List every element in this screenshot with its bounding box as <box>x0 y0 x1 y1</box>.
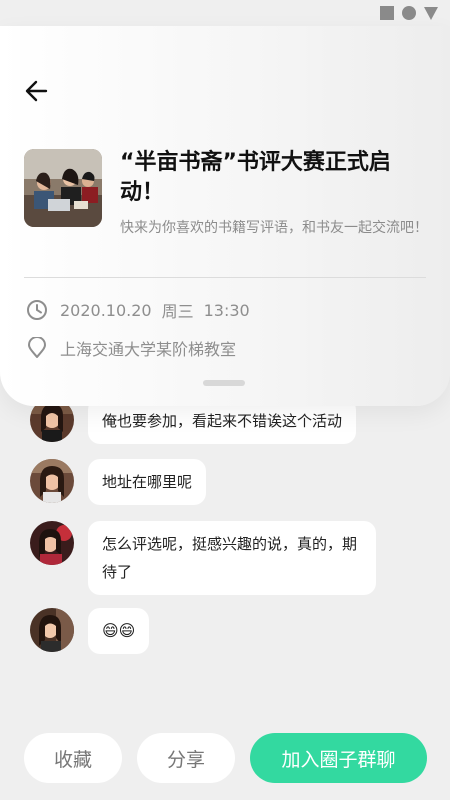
message-bubble: 怎么评选呢，挺感兴趣的说，真的，期待了 <box>88 521 376 595</box>
chat-message: 地址在哪里呢 <box>30 459 207 505</box>
message-bubble: 😄😄 <box>88 608 150 654</box>
divider <box>24 277 426 278</box>
event-time: 13:30 <box>203 300 250 320</box>
favorite-button[interactable]: 收藏 <box>24 733 122 783</box>
drag-handle[interactable] <box>203 380 245 386</box>
emoji-text: 😄😄 <box>102 621 136 640</box>
chat-message: 怎么评选呢，挺感兴趣的说，真的，期待了 <box>30 521 376 595</box>
event-location: 上海交通大学某阶梯教室 <box>60 340 237 359</box>
share-button[interactable]: 分享 <box>137 733 235 783</box>
avatar[interactable] <box>30 521 74 565</box>
triangle-icon <box>424 6 438 20</box>
status-bar <box>380 6 438 20</box>
square-icon <box>380 6 394 20</box>
event-thumbnail <box>24 149 102 227</box>
circle-icon <box>402 6 416 20</box>
event-date: 2020.10.20 <box>60 300 152 320</box>
event-location-row[interactable]: 上海交通大学某阶梯教室 <box>26 336 236 360</box>
event-detail-screen: 俺也要参加，看起来不错诶这个活动 地址在哪里呢 怎么评选呢，挺感兴趣的说，真的，… <box>0 0 450 800</box>
message-bubble: 地址在哪里呢 <box>88 459 207 505</box>
bottom-action-bar: 收藏 分享 加入圈子群聊 <box>0 733 450 783</box>
clock-icon <box>27 300 47 320</box>
event-time-row: 2020.10.20 周三 13:30 <box>26 298 250 322</box>
arrow-left-icon <box>25 80 48 102</box>
event-subtitle: 快来为你喜欢的书籍写评语，和书友一起交流吧！ <box>120 220 428 236</box>
event-card: “半亩书斋”书评大赛正式启动！ 快来为你喜欢的书籍写评语，和书友一起交流吧！ 2… <box>0 26 450 406</box>
event-title: “半亩书斋”书评大赛正式启动！ <box>120 150 391 205</box>
avatar[interactable] <box>30 459 74 503</box>
back-button[interactable] <box>22 76 58 106</box>
join-group-chat-button[interactable]: 加入圈子群聊 <box>250 733 427 783</box>
chat-message: 😄😄 <box>30 608 150 654</box>
avatar[interactable] <box>30 608 74 652</box>
event-weekday: 周三 <box>161 302 194 321</box>
location-pin-icon <box>28 337 46 358</box>
